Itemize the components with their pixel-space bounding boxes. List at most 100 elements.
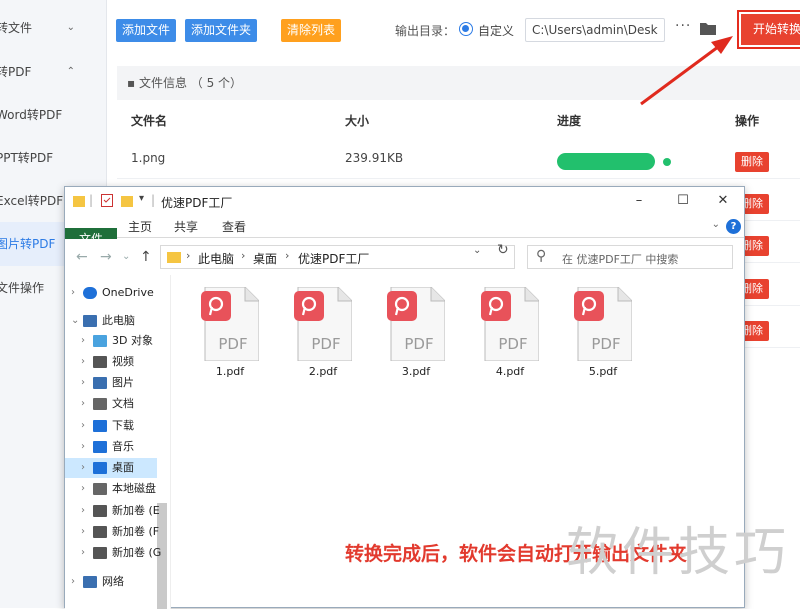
add-file-button[interactable]: 添加文件 bbox=[116, 19, 177, 42]
address-dropdown-icon[interactable]: ⌄ bbox=[473, 245, 481, 256]
nav-item-label: 新加卷 (E bbox=[112, 504, 160, 517]
clear-list-button[interactable]: 清除列表 bbox=[281, 19, 342, 42]
pdf-icon: PDF bbox=[201, 287, 259, 361]
chevron-right-icon[interactable]: › bbox=[81, 437, 85, 457]
tab-share[interactable]: 共享 bbox=[174, 216, 198, 238]
chevron-right-icon[interactable]: › bbox=[71, 283, 75, 303]
nav-item[interactable]: › 桌面 bbox=[65, 458, 157, 478]
nav-item[interactable]: › 图片 bbox=[65, 373, 157, 393]
chevron-right-icon[interactable]: › bbox=[81, 479, 85, 499]
nav-item[interactable]: › 本地磁盘 bbox=[65, 479, 157, 499]
chevron-right-icon: › bbox=[241, 249, 246, 262]
progress-bar bbox=[557, 153, 655, 170]
new-folder-icon[interactable] bbox=[121, 194, 133, 207]
chevron-right-icon[interactable]: › bbox=[81, 394, 85, 414]
nav-item[interactable]: › 下载 bbox=[65, 416, 157, 436]
svg-text:PDF: PDF bbox=[591, 335, 620, 353]
nav-item[interactable]: › 文档 bbox=[65, 394, 157, 414]
nav-item[interactable]: › OneDrive bbox=[65, 283, 157, 303]
picture-icon bbox=[93, 377, 107, 389]
sidebar-item-word-to-pdf[interactable]: Word转PDF bbox=[0, 93, 107, 137]
search-box[interactable]: ⚲ 在 优速PDF工厂 中搜索 bbox=[527, 245, 733, 269]
breadcrumb-this-pc[interactable]: 此电脑 bbox=[198, 250, 234, 267]
add-folder-button[interactable]: 添加文件夹 bbox=[185, 19, 258, 42]
chevron-right-icon[interactable]: › bbox=[81, 416, 85, 436]
folder-icon[interactable] bbox=[700, 21, 716, 35]
cloud-icon bbox=[83, 287, 97, 299]
delete-button[interactable]: 删除 bbox=[735, 152, 769, 172]
nav-item[interactable]: › 新加卷 (F bbox=[65, 522, 159, 542]
file-name-cell: 1.png bbox=[131, 151, 166, 165]
breadcrumb-desktop[interactable]: 桌面 bbox=[253, 250, 277, 267]
chevron-right-icon[interactable]: › bbox=[81, 373, 85, 393]
window-title: 优速PDF工厂 bbox=[161, 196, 233, 210]
expand-ribbon-icon[interactable]: ⌄ bbox=[712, 219, 720, 230]
nav-item-label: OneDrive bbox=[102, 286, 154, 299]
nav-item[interactable]: › 音乐 bbox=[65, 437, 157, 457]
refresh-icon[interactable]: ↻ bbox=[497, 242, 509, 258]
back-icon[interactable]: ← bbox=[76, 249, 88, 265]
svg-text:PDF: PDF bbox=[311, 335, 340, 353]
nav-item[interactable]: ⌄ 此电脑 bbox=[65, 311, 157, 331]
file-name: 3.pdf bbox=[401, 365, 431, 378]
customize-toolbar-icon[interactable]: ▾ bbox=[139, 193, 144, 204]
close-icon[interactable]: ✕ bbox=[713, 191, 733, 211]
file-name: 1.pdf bbox=[215, 365, 245, 378]
properties-icon[interactable] bbox=[101, 194, 113, 207]
pdf-icon: PDF bbox=[481, 287, 539, 361]
pdf-file[interactable]: PDF 3.pdf bbox=[381, 287, 451, 383]
nav-item-label: 文档 bbox=[112, 397, 134, 410]
divider: | bbox=[151, 193, 156, 207]
recent-locations-icon[interactable]: ⌄ bbox=[122, 251, 130, 262]
file-name: 4.pdf bbox=[495, 365, 525, 378]
chevron-right-icon[interactable]: › bbox=[71, 572, 75, 592]
sidebar-item-ppt-to-pdf[interactable]: PPT转PDF bbox=[0, 136, 107, 180]
nav-item[interactable]: › 3D 对象 bbox=[65, 331, 157, 351]
pdf-file[interactable]: PDF 1.pdf bbox=[195, 287, 265, 383]
pdf-file[interactable]: PDF 5.pdf bbox=[568, 287, 638, 383]
file-size-cell: 239.91KB bbox=[345, 151, 404, 165]
pdf-file[interactable]: PDF 4.pdf bbox=[475, 287, 545, 383]
desktop-icon bbox=[93, 462, 107, 474]
chevron-right-icon: › bbox=[186, 249, 191, 262]
custom-radio[interactable] bbox=[459, 22, 473, 36]
cube-icon bbox=[93, 335, 107, 347]
nav-item[interactable]: › 视频 bbox=[65, 352, 157, 372]
output-path-input[interactable] bbox=[525, 18, 665, 42]
chevron-right-icon[interactable]: › bbox=[81, 501, 85, 521]
column-header-action: 操作 bbox=[735, 114, 760, 128]
nav-item[interactable]: › 新加卷 (E bbox=[65, 501, 160, 521]
chevron-right-icon[interactable]: › bbox=[81, 331, 85, 351]
maximize-icon[interactable]: ☐ bbox=[673, 191, 693, 211]
column-header-size: 大小 bbox=[345, 114, 370, 128]
chevron-right-icon[interactable]: › bbox=[81, 458, 85, 478]
nav-item[interactable]: › 网络 bbox=[65, 572, 157, 592]
pdf-file[interactable]: PDF 2.pdf bbox=[288, 287, 358, 383]
sidebar-item-convert-file[interactable]: 转文件 ⌄ bbox=[0, 6, 107, 50]
tab-home[interactable]: 主页 bbox=[128, 216, 152, 238]
chevron-up-icon: ⌃ bbox=[66, 66, 75, 77]
nav-item-label: 网络 bbox=[102, 575, 124, 588]
breadcrumb-folder[interactable]: 优速PDF工厂 bbox=[298, 250, 369, 267]
chevron-right-icon[interactable]: › bbox=[81, 352, 85, 372]
tab-view[interactable]: 查看 bbox=[222, 216, 246, 238]
more-options-icon[interactable]: ··· bbox=[675, 18, 691, 34]
sidebar-item-to-pdf[interactable]: 转PDF ⌃ bbox=[0, 50, 107, 94]
table-row: 1.png 239.91KB 删除 bbox=[117, 137, 800, 179]
navigation-bar: ← → ⌄ ↑ › 此电脑 › 桌面 › 优速PDF工厂 ⌄ ↻ ⚲ 在 优速P… bbox=[65, 239, 744, 275]
start-convert-button[interactable]: 开始转换 bbox=[741, 14, 800, 45]
help-icon[interactable]: ? bbox=[726, 219, 741, 234]
chevron-down-icon[interactable]: ⌄ bbox=[71, 311, 79, 331]
forward-icon[interactable]: → bbox=[100, 249, 112, 265]
chevron-right-icon[interactable]: › bbox=[81, 543, 85, 563]
computer-icon bbox=[83, 315, 97, 327]
nav-item[interactable]: › 新加卷 (G bbox=[65, 543, 161, 563]
watermark: 软件技巧 bbox=[566, 523, 791, 583]
download-icon bbox=[93, 420, 107, 432]
minimize-icon[interactable]: – bbox=[629, 191, 649, 211]
address-bar[interactable]: › 此电脑 › 桌面 › 优速PDF工厂 bbox=[160, 245, 515, 269]
svg-text:PDF: PDF bbox=[404, 335, 433, 353]
nav-item-label: 新加卷 (G bbox=[112, 546, 162, 559]
up-icon[interactable]: ↑ bbox=[140, 249, 152, 265]
chevron-right-icon[interactable]: › bbox=[81, 522, 85, 542]
